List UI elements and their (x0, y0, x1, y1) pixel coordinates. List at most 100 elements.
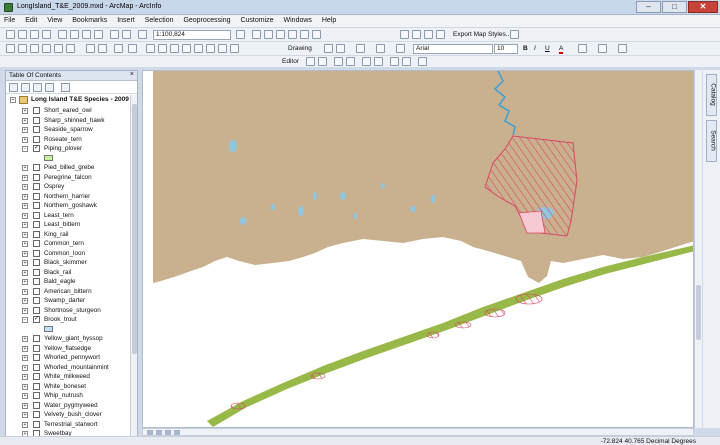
layer-visibility-checkbox[interactable] (33, 268, 40, 276)
italic-button[interactable]: I (534, 45, 536, 52)
add-data-icon[interactable] (138, 30, 147, 39)
list-by-drawing-order-icon[interactable] (9, 83, 18, 92)
expand-icon[interactable]: + (22, 383, 28, 390)
cut-icon[interactable] (58, 30, 67, 39)
layer-visibility-checkbox[interactable] (33, 287, 40, 295)
expand-icon[interactable]: + (22, 193, 28, 200)
python-icon[interactable] (300, 30, 309, 39)
layer-item[interactable]: + Water_pygmyweed (6, 401, 132, 411)
layer-group[interactable]: − Long Island T&E Species - 2009 (6, 95, 132, 106)
map-canvas[interactable] (143, 71, 694, 428)
editor-menu[interactable]: Editor (282, 58, 299, 65)
create-features-icon[interactable] (418, 57, 427, 66)
full-extent-icon[interactable] (42, 44, 51, 53)
layer-item[interactable]: + Least_tern (6, 211, 132, 221)
maximize-button[interactable]: □ (662, 1, 687, 13)
layer-item[interactable]: + Peregrine_falcon (6, 173, 132, 183)
layer-visibility-checkbox[interactable] (33, 135, 40, 143)
identify-icon[interactable] (146, 44, 155, 53)
layer-visibility-checkbox[interactable] (33, 249, 40, 257)
layer-visibility-checkbox[interactable] (33, 116, 40, 124)
toc-close-button[interactable]: × (130, 71, 134, 78)
menu-file[interactable]: File (0, 15, 19, 26)
layer-item[interactable]: + Sharp_shinned_hawk (6, 116, 132, 126)
forward-icon[interactable] (98, 44, 107, 53)
layer-visibility-checkbox[interactable] (33, 373, 40, 380)
export-map-styles-button[interactable]: Export Map Styles... (453, 31, 511, 38)
expand-icon[interactable]: + (22, 298, 28, 304)
expand-icon[interactable]: + (22, 127, 28, 133)
catalog-window-icon[interactable] (264, 30, 273, 39)
layer-item[interactable]: + Whorled_pennywort (6, 353, 132, 363)
layer-visibility-checkbox[interactable] (33, 202, 40, 209)
expand-icon[interactable]: + (22, 184, 28, 190)
layer-visibility-checkbox[interactable] (33, 183, 40, 190)
expand-icon[interactable]: + (22, 364, 28, 371)
data-view-icon[interactable] (147, 430, 153, 435)
layer-visibility-checkbox[interactable] (33, 344, 40, 352)
layer-item[interactable]: + Short_eared_owl (6, 106, 132, 116)
toc-scrollbar[interactable] (130, 95, 137, 445)
edit-annotation-icon[interactable] (318, 57, 327, 66)
rotate-edit-icon[interactable] (374, 57, 383, 66)
font-name-field[interactable]: Arial (413, 44, 493, 54)
zoom-out-icon[interactable] (18, 44, 27, 53)
expand-icon[interactable]: + (22, 260, 28, 266)
layer-item[interactable]: + Osprey (6, 182, 132, 192)
hyperlink-icon[interactable] (194, 44, 203, 53)
toc-window-icon[interactable] (252, 30, 261, 39)
line-color-icon[interactable] (598, 44, 607, 53)
layer-item[interactable]: + American_bittern (6, 287, 132, 297)
layer-item[interactable]: + Pied_billed_grebe (6, 163, 132, 173)
time-slider-icon[interactable] (218, 44, 227, 53)
layer-item[interactable]: + Northern_harrier (6, 192, 132, 202)
menu-bookmarks[interactable]: Bookmarks (68, 15, 111, 26)
layer-visibility-checkbox[interactable] (33, 420, 40, 428)
layer-visibility-checkbox[interactable] (33, 411, 40, 418)
fixed-zoom-in-icon[interactable] (54, 44, 63, 53)
layer-visibility-checkbox[interactable] (33, 240, 40, 247)
catalog-tab[interactable]: Catalog (706, 74, 717, 116)
toc-options-icon[interactable] (61, 83, 70, 92)
expand-icon[interactable]: + (22, 117, 28, 124)
layer-item[interactable]: + Whorled_mountainmint (6, 363, 132, 373)
menu-insert[interactable]: Insert (113, 15, 139, 26)
minimize-button[interactable]: – (636, 1, 661, 13)
underline-button[interactable]: U (545, 45, 550, 52)
layer-item[interactable]: + Northern_goshawk (6, 201, 132, 211)
fixed-zoom-out-icon[interactable] (66, 44, 75, 53)
layer-visibility-checkbox[interactable] (33, 164, 40, 171)
expand-icon[interactable]: + (22, 374, 28, 380)
go-to-xy-icon[interactable] (170, 44, 179, 53)
layer-visibility-checkbox[interactable] (33, 335, 40, 342)
pan-icon[interactable] (30, 44, 39, 53)
layer-item[interactable]: + Swamp_darter (6, 296, 132, 306)
rotate-icon[interactable] (336, 44, 345, 53)
layer-item[interactable]: + Common_tern (6, 239, 132, 249)
layer-item[interactable]: + White_milkweed (6, 372, 132, 382)
layer-item[interactable]: + Shortnose_sturgeon (6, 306, 132, 316)
layer-visibility-checkbox[interactable] (33, 211, 40, 219)
expand-icon[interactable]: + (22, 279, 28, 285)
expand-icon[interactable]: + (22, 412, 28, 418)
straight-segment-icon[interactable] (334, 57, 343, 66)
drawing-menu[interactable]: Drawing (288, 45, 312, 52)
map-display[interactable] (142, 70, 694, 428)
menu-view[interactable]: View (43, 15, 66, 26)
pen-icon[interactable] (412, 30, 421, 39)
layer-item[interactable]: + King_rail (6, 230, 132, 240)
list-by-visibility-icon[interactable] (33, 83, 42, 92)
text-tool-icon[interactable] (376, 44, 385, 53)
collapse-icon[interactable]: − (22, 317, 28, 323)
html-popup-icon[interactable] (206, 44, 215, 53)
expand-icon[interactable]: + (22, 421, 28, 428)
layer-visibility-checkbox[interactable]: ✓ (33, 145, 40, 152)
undo-icon[interactable] (110, 30, 119, 39)
save-icon[interactable] (30, 30, 39, 39)
measure-icon[interactable] (182, 44, 191, 53)
list-by-source-icon[interactable] (21, 83, 30, 92)
expand-icon[interactable]: + (22, 355, 28, 361)
layer-item[interactable]: + Black_skimmer (6, 258, 132, 268)
layer-item[interactable]: + Roseate_tern (6, 135, 132, 145)
marker-color-icon[interactable] (618, 44, 627, 53)
